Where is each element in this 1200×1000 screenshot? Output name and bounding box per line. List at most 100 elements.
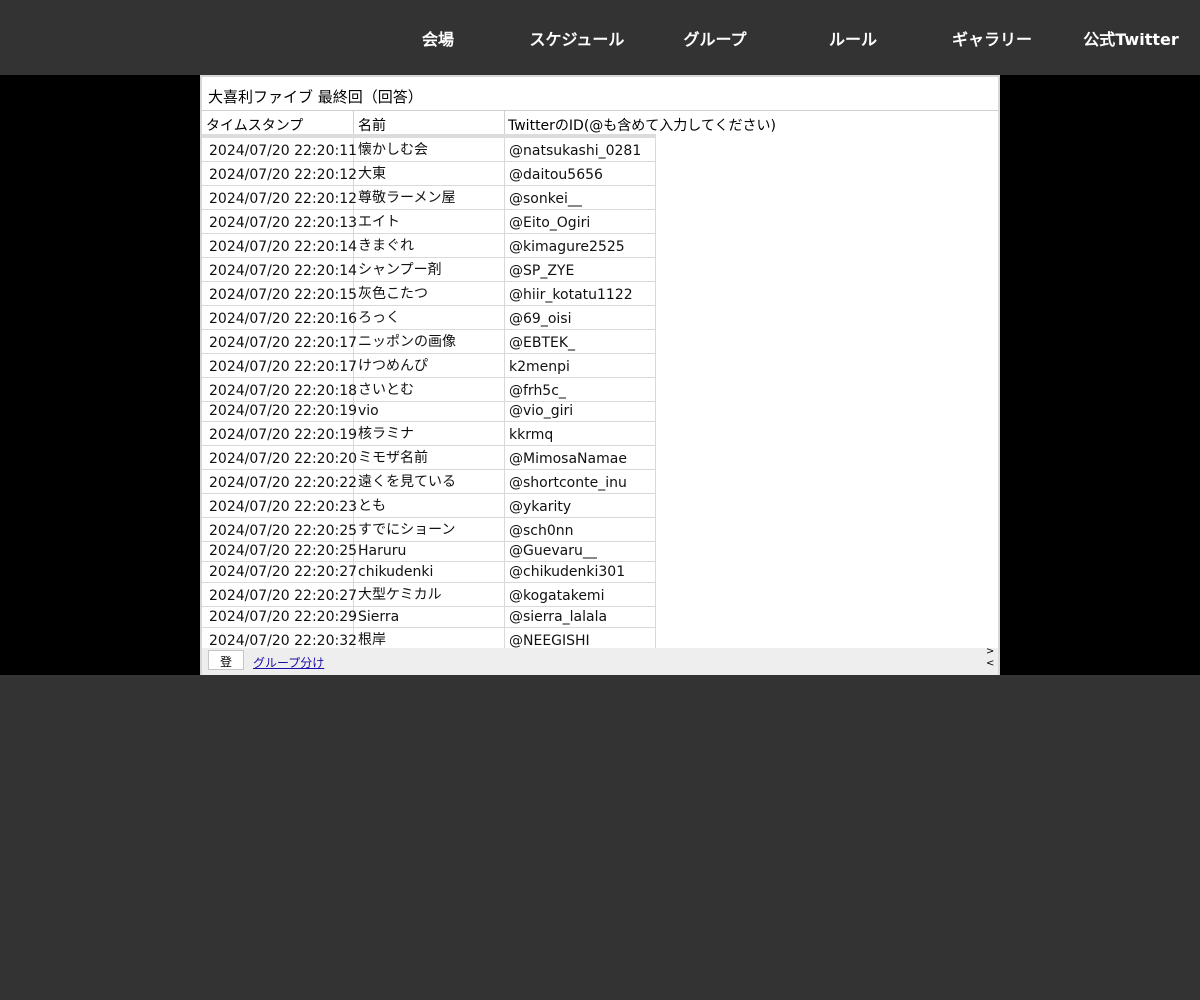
cell-name[interactable]: 灰色こたつ xyxy=(354,282,505,305)
cell-twitter-id[interactable]: @NEEGISHI xyxy=(505,628,656,648)
cell-name[interactable]: 尊敬ラーメン屋 xyxy=(354,186,505,209)
cell-timestamp[interactable]: 2024/07/20 22:20:17 xyxy=(202,330,357,353)
cell-timestamp[interactable]: 2024/07/20 22:20:25 xyxy=(202,542,357,561)
nav-gallery[interactable]: ギャラリー xyxy=(952,26,1032,50)
cell-twitter-id[interactable]: @kimagure2525 xyxy=(505,234,656,257)
cell-name[interactable]: けつめんぴ xyxy=(354,354,505,377)
cell-twitter-id[interactable]: @kogatakemi xyxy=(505,583,656,606)
cell-name[interactable]: すでにショーン xyxy=(354,518,505,541)
cell-name[interactable]: さいとむ xyxy=(354,378,505,401)
cell-name[interactable]: きまぐれ xyxy=(354,234,505,257)
cell-twitter-id[interactable]: @69_oisi xyxy=(505,306,656,329)
table-row: 2024/07/20 22:20:13 エイト @Eito_Ogiri xyxy=(202,210,656,234)
cell-timestamp[interactable]: 2024/07/20 22:20:11 xyxy=(202,138,357,161)
column-header-timestamp: タイムスタンプ xyxy=(206,118,304,134)
table-row: 2024/07/20 22:20:16 ろっく @69_oisi xyxy=(202,306,656,330)
cell-timestamp[interactable]: 2024/07/20 22:20:13 xyxy=(202,210,357,233)
cell-twitter-id[interactable]: k2menpi xyxy=(505,354,656,377)
cell-twitter-id[interactable]: @daitou5656 xyxy=(505,162,656,185)
cell-name[interactable]: chikudenki xyxy=(354,562,505,582)
cell-name[interactable]: Sierra xyxy=(354,607,505,627)
cell-twitter-id[interactable]: @EBTEK_ xyxy=(505,330,656,353)
cell-name[interactable]: 懐かしむ会 xyxy=(354,138,505,161)
sheet-tab-group-assignment[interactable]: グループ分け xyxy=(253,654,324,671)
next-sheet-arrow-icon[interactable]: > xyxy=(986,647,994,657)
cell-twitter-id[interactable]: @sch0nn xyxy=(505,518,656,541)
sheet-bottom-bar: 登録 グループ分け > < xyxy=(202,647,998,675)
cell-timestamp[interactable]: 2024/07/20 22:20:27 xyxy=(202,562,357,582)
table-row: 2024/07/20 22:20:25 すでにショーン @sch0nn xyxy=(202,518,656,542)
cell-twitter-id[interactable]: @Eito_Ogiri xyxy=(505,210,656,233)
data-grid[interactable]: 2024/07/20 22:20:11 懐かしむ会 @natsukashi_0281… xyxy=(202,138,656,648)
divider xyxy=(202,110,998,111)
cell-timestamp[interactable]: 2024/07/20 22:20:27 xyxy=(202,583,357,606)
register-button[interactable]: 登録 xyxy=(208,650,244,670)
cell-timestamp[interactable]: 2024/07/20 22:20:15 xyxy=(202,282,357,305)
table-row: 2024/07/20 22:20:11 懐かしむ会 @natsukashi_0281 xyxy=(202,138,656,162)
nav-schedule[interactable]: スケジュール xyxy=(530,26,625,50)
cell-twitter-id[interactable]: @shortconte_inu xyxy=(505,470,656,493)
nav-official-twitter[interactable]: 公式Twitter xyxy=(1083,26,1178,50)
cell-timestamp[interactable]: 2024/07/20 22:20:32 xyxy=(202,628,357,648)
cell-twitter-id[interactable]: kkrmq xyxy=(505,422,656,445)
cell-name[interactable]: ミモザ名前 xyxy=(354,446,505,469)
cell-name[interactable]: ニッポンの画像 xyxy=(354,330,505,353)
cell-timestamp[interactable]: 2024/07/20 22:20:22 xyxy=(202,470,357,493)
table-row: 2024/07/20 22:20:15 灰色こたつ @hiir_kotatu1122 xyxy=(202,282,656,306)
cell-timestamp[interactable]: 2024/07/20 22:20:19 xyxy=(202,422,357,445)
table-row: 2024/07/20 22:20:19 vio @vio_giri xyxy=(202,402,656,422)
table-row: 2024/07/20 22:20:14 シャンプー剤 @SP_ZYE xyxy=(202,258,656,282)
nav-group[interactable]: グループ xyxy=(683,26,746,50)
cell-twitter-id[interactable]: @hiir_kotatu1122 xyxy=(505,282,656,305)
cell-twitter-id[interactable]: @frh5c_ xyxy=(505,378,656,401)
cell-name[interactable]: ろっく xyxy=(354,306,505,329)
cell-name[interactable]: 大型ケミカル xyxy=(354,583,505,606)
table-row: 2024/07/20 22:20:27 chikudenki @chikudenki… xyxy=(202,562,656,583)
cell-name[interactable]: シャンプー剤 xyxy=(354,258,505,281)
cell-name[interactable]: 根岸 xyxy=(354,628,505,648)
cell-timestamp[interactable]: 2024/07/20 22:20:18 xyxy=(202,378,357,401)
column-header-name: 名前 xyxy=(358,118,386,134)
cell-timestamp[interactable]: 2024/07/20 22:20:14 xyxy=(202,258,357,281)
cell-timestamp[interactable]: 2024/07/20 22:20:12 xyxy=(202,162,357,185)
cell-timestamp[interactable]: 2024/07/20 22:20:25 xyxy=(202,518,357,541)
table-row: 2024/07/20 22:20:22 遠くを見ている @shortconte_in… xyxy=(202,470,656,494)
cell-timestamp[interactable]: 2024/07/20 22:20:20 xyxy=(202,446,357,469)
cell-twitter-id[interactable]: @MimosaNamae xyxy=(505,446,656,469)
cell-name[interactable]: 遠くを見ている xyxy=(354,470,505,493)
cell-name[interactable]: とも xyxy=(354,494,505,517)
table-row: 2024/07/20 22:20:25 Haruru @Guevaru__ xyxy=(202,542,656,562)
nav-rules[interactable]: ルール xyxy=(829,26,877,50)
cell-twitter-id[interactable]: @natsukashi_0281 xyxy=(505,138,656,161)
cell-timestamp[interactable]: 2024/07/20 22:20:12 xyxy=(202,186,357,209)
cell-twitter-id[interactable]: @ykarity xyxy=(505,494,656,517)
cell-name[interactable]: 核ラミナ xyxy=(354,422,505,445)
table-row: 2024/07/20 22:20:12 尊敬ラーメン屋 @sonkei__ xyxy=(202,186,656,210)
cell-timestamp[interactable]: 2024/07/20 22:20:23 xyxy=(202,494,357,517)
cell-twitter-id[interactable]: @sierra_lalala xyxy=(505,607,656,627)
cell-twitter-id[interactable]: @vio_giri xyxy=(505,402,656,421)
cell-twitter-id[interactable]: @sonkei__ xyxy=(505,186,656,209)
cell-timestamp[interactable]: 2024/07/20 22:20:19 xyxy=(202,402,357,421)
prev-sheet-arrow-icon[interactable]: < xyxy=(986,659,994,669)
embedded-spreadsheet: 大喜利ファイブ 最終回（回答） タイムスタンプ 名前 TwitterのID(@も… xyxy=(200,75,1000,675)
table-row: 2024/07/20 22:20:19 核ラミナ kkrmq xyxy=(202,422,656,446)
nav-venue[interactable]: 会場 xyxy=(422,26,454,50)
cell-timestamp[interactable]: 2024/07/20 22:20:14 xyxy=(202,234,357,257)
table-row: 2024/07/20 22:20:12 大東 @daitou5656 xyxy=(202,162,656,186)
cell-name[interactable]: エイト xyxy=(354,210,505,233)
table-row: 2024/07/20 22:20:32 根岸 @NEEGISHI xyxy=(202,628,656,648)
cell-timestamp[interactable]: 2024/07/20 22:20:29 xyxy=(202,607,357,627)
column-header-twitter-id: TwitterのID(@も含めて入力してください) xyxy=(508,118,776,134)
table-row: 2024/07/20 22:20:17 けつめんぴ k2menpi xyxy=(202,354,656,378)
cell-name[interactable]: 大東 xyxy=(354,162,505,185)
divider xyxy=(504,111,505,135)
sheet-title: 大喜利ファイブ 最終回（回答） xyxy=(208,88,423,106)
cell-timestamp[interactable]: 2024/07/20 22:20:17 xyxy=(202,354,357,377)
cell-name[interactable]: Haruru xyxy=(354,542,505,561)
cell-timestamp[interactable]: 2024/07/20 22:20:16 xyxy=(202,306,357,329)
cell-twitter-id[interactable]: @chikudenki301 xyxy=(505,562,656,582)
cell-twitter-id[interactable]: @Guevaru__ xyxy=(505,542,656,561)
cell-name[interactable]: vio xyxy=(354,402,505,421)
cell-twitter-id[interactable]: @SP_ZYE xyxy=(505,258,656,281)
